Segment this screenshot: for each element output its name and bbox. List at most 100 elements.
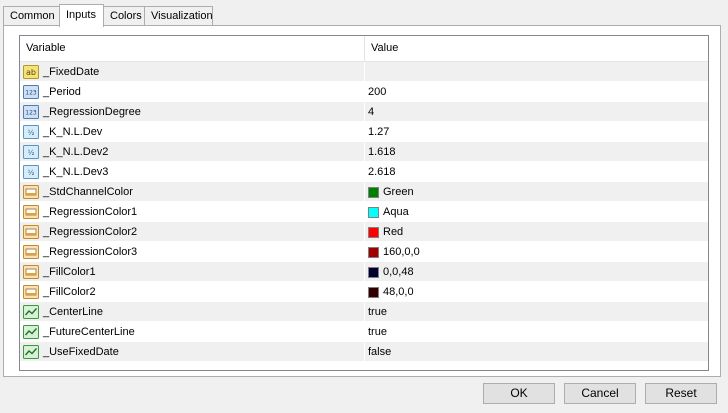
string-icon: ab <box>23 65 39 79</box>
variable-value: 48,0,0 <box>383 286 414 298</box>
variable-name: _UseFixedDate <box>43 346 119 358</box>
svg-text:ab: ab <box>26 68 36 77</box>
variable-cell: ½ _K_N.L.Dev3 <box>20 162 365 182</box>
variable-value: 4 <box>368 106 375 118</box>
tab-inputs[interactable]: Inputs <box>59 4 104 27</box>
variable-name: _StdChannelColor <box>43 186 133 198</box>
table-row[interactable]: ab _FixedDate <box>20 62 708 82</box>
integer-icon: 123 <box>23 85 39 99</box>
table-row[interactable]: ½ _K_N.L.Dev 1.27 <box>20 122 708 142</box>
tab-common[interactable]: Common <box>3 6 61 25</box>
variable-cell: ½ _K_N.L.Dev2 <box>20 142 365 162</box>
color-swatch <box>368 206 379 218</box>
value-cell[interactable]: 1.27 <box>365 122 708 142</box>
value-cell[interactable]: false <box>365 342 708 362</box>
grid-header: Variable Value <box>20 36 708 62</box>
grid-rows: ab _FixedDate 123 _Period 200 123 _RegressionD… <box>20 62 708 362</box>
table-row[interactable]: _UseFixedDate false <box>20 342 708 362</box>
variable-cell: _RegressionColor2 <box>20 222 365 242</box>
color-icon <box>23 285 39 299</box>
table-row[interactable]: 123 _Period 200 <box>20 82 708 102</box>
variable-value: true <box>368 306 387 318</box>
value-cell[interactable]: 200 <box>365 82 708 102</box>
svg-text:123: 123 <box>25 90 37 97</box>
reset-button[interactable]: Reset <box>645 383 717 404</box>
value-cell[interactable]: true <box>365 322 708 342</box>
value-column-header[interactable]: Value <box>365 36 708 61</box>
variable-cell: ½ _K_N.L.Dev <box>20 122 365 142</box>
tab-colors[interactable]: Colors <box>103 6 145 25</box>
bool-icon <box>23 325 39 339</box>
value-cell[interactable]: true <box>365 302 708 322</box>
variable-value: false <box>368 346 392 358</box>
value-cell[interactable]: Aqua <box>365 202 708 222</box>
variable-name: _K_N.L.Dev <box>43 126 103 138</box>
color-swatch <box>368 266 379 278</box>
variable-name: _FutureCenterLine <box>43 326 135 338</box>
variable-cell: 123 _Period <box>20 82 365 102</box>
variable-value: 0,0,48 <box>383 266 414 278</box>
tab-visualization[interactable]: Visualization <box>144 6 213 25</box>
variable-cell: _FutureCenterLine <box>20 322 365 342</box>
table-row[interactable]: _FutureCenterLine true <box>20 322 708 342</box>
variable-name: _FillColor1 <box>43 266 96 278</box>
variable-value: 200 <box>368 86 387 98</box>
value-cell[interactable] <box>365 62 708 82</box>
color-swatch <box>368 186 379 198</box>
table-row[interactable]: _RegressionColor1 Aqua <box>20 202 708 222</box>
value-cell[interactable]: Red <box>365 222 708 242</box>
svg-text:½: ½ <box>28 149 35 157</box>
table-row[interactable]: _RegressionColor3 160,0,0 <box>20 242 708 262</box>
variable-value: 2.618 <box>368 166 396 178</box>
color-swatch <box>368 226 379 238</box>
color-icon <box>23 225 39 239</box>
variable-cell: _FillColor1 <box>20 262 365 282</box>
variable-cell: _StdChannelColor <box>20 182 365 202</box>
value-cell[interactable]: 1.618 <box>365 142 708 162</box>
variable-cell: 123 _RegressionDegree <box>20 102 365 122</box>
variable-cell: _FillColor2 <box>20 282 365 302</box>
value-cell[interactable]: 4 <box>365 102 708 122</box>
variable-cell: _CenterLine <box>20 302 365 322</box>
variable-name: _CenterLine <box>43 306 103 318</box>
table-row[interactable]: ½ _K_N.L.Dev3 2.618 <box>20 162 708 182</box>
variable-column-header[interactable]: Variable <box>20 36 365 61</box>
value-cell[interactable]: 2.618 <box>365 162 708 182</box>
table-row[interactable]: _CenterLine true <box>20 302 708 322</box>
inputs-tab-panel: Variable Value ab _FixedDate 123 _Period 200… <box>3 25 721 377</box>
table-row[interactable]: ½ _K_N.L.Dev2 1.618 <box>20 142 708 162</box>
color-swatch <box>368 286 379 298</box>
inputs-grid: Variable Value ab _FixedDate 123 _Period 200… <box>19 35 709 371</box>
table-row[interactable]: _StdChannelColor Green <box>20 182 708 202</box>
svg-text:123: 123 <box>25 110 37 117</box>
color-icon <box>23 205 39 219</box>
svg-text:½: ½ <box>28 169 35 177</box>
variable-name: _FixedDate <box>43 66 100 78</box>
table-row[interactable]: _FillColor1 0,0,48 <box>20 262 708 282</box>
table-row[interactable]: _RegressionColor2 Red <box>20 222 708 242</box>
value-cell[interactable]: 160,0,0 <box>365 242 708 262</box>
table-row[interactable]: 123 _RegressionDegree 4 <box>20 102 708 122</box>
variable-value: 1.27 <box>368 126 390 138</box>
double-icon: ½ <box>23 125 39 139</box>
ok-button[interactable]: OK <box>483 383 555 404</box>
double-icon: ½ <box>23 165 39 179</box>
variable-cell: _RegressionColor1 <box>20 202 365 222</box>
variable-value: Aqua <box>383 206 409 218</box>
variable-name: _K_N.L.Dev2 <box>43 146 109 158</box>
value-cell[interactable]: Green <box>365 182 708 202</box>
variable-name: _RegressionDegree <box>43 106 141 118</box>
color-icon <box>23 265 39 279</box>
variable-cell: _UseFixedDate <box>20 342 365 362</box>
variable-cell: _RegressionColor3 <box>20 242 365 262</box>
color-icon <box>23 245 39 259</box>
bool-icon <box>23 305 39 319</box>
cancel-button[interactable]: Cancel <box>564 383 636 404</box>
variable-name: _Period <box>43 86 81 98</box>
table-row[interactable]: _FillColor2 48,0,0 <box>20 282 708 302</box>
variable-name: _RegressionColor3 <box>43 246 138 258</box>
value-cell[interactable]: 0,0,48 <box>365 262 708 282</box>
variable-name: _RegressionColor2 <box>43 226 138 238</box>
variable-value: 1.618 <box>368 146 396 158</box>
value-cell[interactable]: 48,0,0 <box>365 282 708 302</box>
